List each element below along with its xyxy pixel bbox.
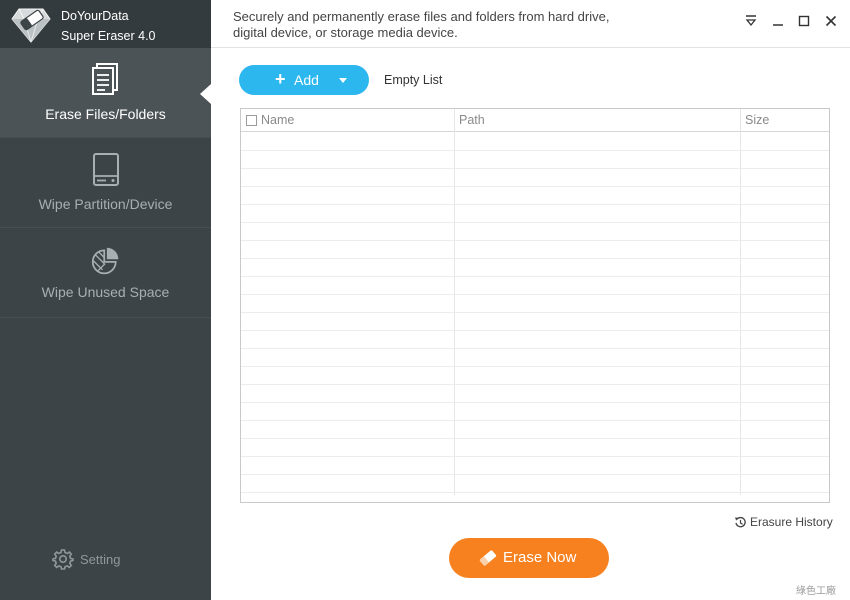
- maximize-icon: [798, 15, 810, 27]
- erase-now-button[interactable]: Erase Now: [449, 538, 609, 578]
- description-line-2: digital device, or storage media device.: [233, 25, 458, 40]
- diamond-eraser-logo: [11, 8, 51, 43]
- eraser-icon: [479, 550, 497, 566]
- menu-dropdown-button[interactable]: [742, 12, 760, 30]
- table-row: [241, 349, 829, 367]
- setting-button[interactable]: Setting: [52, 547, 120, 571]
- file-list-table: Name Path Size: [240, 108, 830, 503]
- maximize-button[interactable]: [795, 12, 813, 30]
- sidebar: DoYourData Super Eraser 4.0 Erase Files/…: [0, 0, 211, 600]
- table-row: [241, 403, 829, 421]
- watermark: 綠色工廠: [796, 586, 836, 597]
- chevron-down-icon[interactable]: [339, 78, 347, 83]
- table-row: [241, 133, 829, 151]
- header-bar: Securely and permanently erase files and…: [211, 0, 850, 48]
- history-icon: [735, 516, 746, 527]
- brand-header: DoYourData Super Eraser 4.0: [0, 0, 211, 48]
- drive-icon: [93, 153, 119, 186]
- table-row: [241, 259, 829, 277]
- gear-icon: [52, 549, 74, 570]
- table-row: [241, 151, 829, 169]
- add-button-label: Add: [294, 72, 319, 88]
- table-row: [241, 313, 829, 331]
- table-row: [241, 277, 829, 295]
- pie-chart-icon: [91, 247, 119, 275]
- table-row: [241, 169, 829, 187]
- erase-now-label: Erase Now: [503, 549, 577, 566]
- column-header-size[interactable]: Size: [745, 109, 769, 132]
- sidebar-item-wipe-partition-device[interactable]: Wipe Partition/Device: [0, 138, 211, 228]
- table-row: [241, 475, 829, 493]
- sidebar-item-wipe-unused-space[interactable]: Wipe Unused Space: [0, 228, 211, 318]
- table-row: [241, 205, 829, 223]
- table-row: [241, 457, 829, 475]
- table-row: [241, 367, 829, 385]
- minimize-button[interactable]: [769, 12, 787, 30]
- close-button[interactable]: [822, 12, 840, 30]
- table-row: [241, 223, 829, 241]
- table-row: [241, 385, 829, 403]
- empty-list-button[interactable]: Empty List: [384, 73, 442, 87]
- plus-icon: +: [275, 69, 286, 89]
- active-indicator-arrow: [200, 84, 211, 104]
- select-all-checkbox[interactable]: [246, 115, 257, 126]
- setting-label: Setting: [80, 551, 121, 567]
- table-row: [241, 331, 829, 349]
- app-name: DoYourData: [61, 9, 129, 23]
- close-icon: [825, 15, 837, 27]
- table-row: [241, 421, 829, 439]
- sidebar-item-label: Wipe Partition/Device: [38, 196, 173, 212]
- table-row: [241, 295, 829, 313]
- app-version: Super Eraser 4.0: [61, 29, 156, 43]
- table-row: [241, 439, 829, 457]
- column-header-name[interactable]: Name: [261, 109, 294, 132]
- erasure-history-link[interactable]: Erasure History: [734, 515, 833, 529]
- document-icon: [92, 63, 118, 95]
- sidebar-item-label: Erase Files/Folders: [45, 106, 166, 122]
- minimize-icon: [773, 24, 783, 26]
- add-button[interactable]: + Add: [239, 65, 369, 95]
- sidebar-item-erase-files-folders[interactable]: Erase Files/Folders: [0, 48, 211, 138]
- menu-caret-icon: [745, 15, 757, 27]
- table-row: [241, 241, 829, 259]
- column-header-path[interactable]: Path: [459, 109, 485, 132]
- sidebar-item-label: Wipe Unused Space: [41, 284, 170, 300]
- erasure-history-label: Erasure History: [750, 515, 833, 529]
- description-line-1: Securely and permanently erase files and…: [233, 9, 610, 24]
- table-row: [241, 187, 829, 205]
